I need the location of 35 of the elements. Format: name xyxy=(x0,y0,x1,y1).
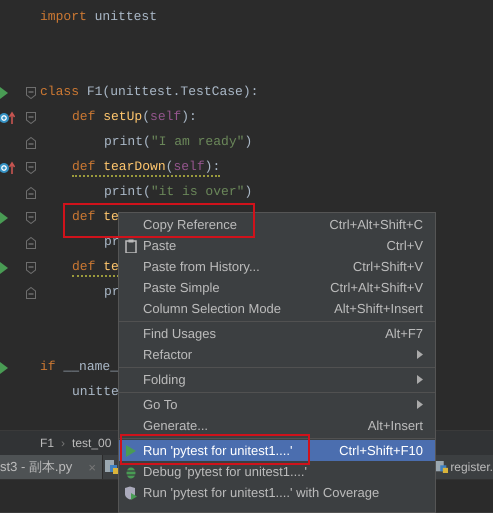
code-line: print("it is over") xyxy=(104,183,252,201)
menu-item[interactable]: Copy Reference Ctrl+Alt+Shift+C xyxy=(119,214,435,235)
menu-item[interactable]: Run 'pytest for unitest1....' Ctrl+Shift+F10 xyxy=(119,440,435,461)
menu-item[interactable]: Generate... Alt+Insert xyxy=(119,415,435,436)
code-line: print("I am ready") xyxy=(104,133,252,151)
breadcrumb-item[interactable]: F1 xyxy=(40,436,54,450)
code-line: def setUp(self): xyxy=(72,108,197,126)
clipboard-icon xyxy=(125,238,137,252)
python-file-icon xyxy=(105,460,119,474)
menu-item[interactable]: Column Selection Mode Alt+Shift+Insert xyxy=(119,298,435,319)
code-line: if __name_ xyxy=(40,358,118,376)
menu-item[interactable]: Refactor xyxy=(119,344,435,365)
code-line: pr xyxy=(104,283,120,301)
bug-icon xyxy=(125,464,137,478)
coverage-icon xyxy=(124,486,138,500)
code-line: def te xyxy=(72,208,119,226)
menu-item[interactable]: Go To xyxy=(119,394,435,415)
breadcrumb-separator: › xyxy=(61,436,66,450)
menu-item[interactable]: Find Usages Alt+F7 xyxy=(119,323,435,344)
editor-tab[interactable]: st3 - 副本.py × xyxy=(0,455,103,479)
breadcrumb-item[interactable]: test_00 xyxy=(72,436,112,450)
code-line: def tearDown(self): xyxy=(72,158,220,177)
code-line: pr xyxy=(104,233,120,251)
code-line: unitte xyxy=(72,383,119,401)
python-file-icon xyxy=(436,461,448,473)
menu-item[interactable]: Debug 'pytest for unitest1....' xyxy=(119,461,435,482)
menu-item[interactable]: Folding xyxy=(119,369,435,390)
run-icon xyxy=(125,444,137,458)
editor-tab[interactable]: register. xyxy=(436,455,493,479)
code-line: class F1(unittest.TestCase): xyxy=(40,83,258,101)
menu-item[interactable]: Paste from History... Ctrl+Shift+V xyxy=(119,256,435,277)
menu-item[interactable]: Paste Simple Ctrl+Alt+Shift+V xyxy=(119,277,435,298)
menu-item[interactable]: Paste Ctrl+V xyxy=(119,235,435,256)
menu-item[interactable]: Run 'pytest for unitest1....' with Coverage xyxy=(119,482,435,503)
code-line: import unittest xyxy=(40,8,158,26)
